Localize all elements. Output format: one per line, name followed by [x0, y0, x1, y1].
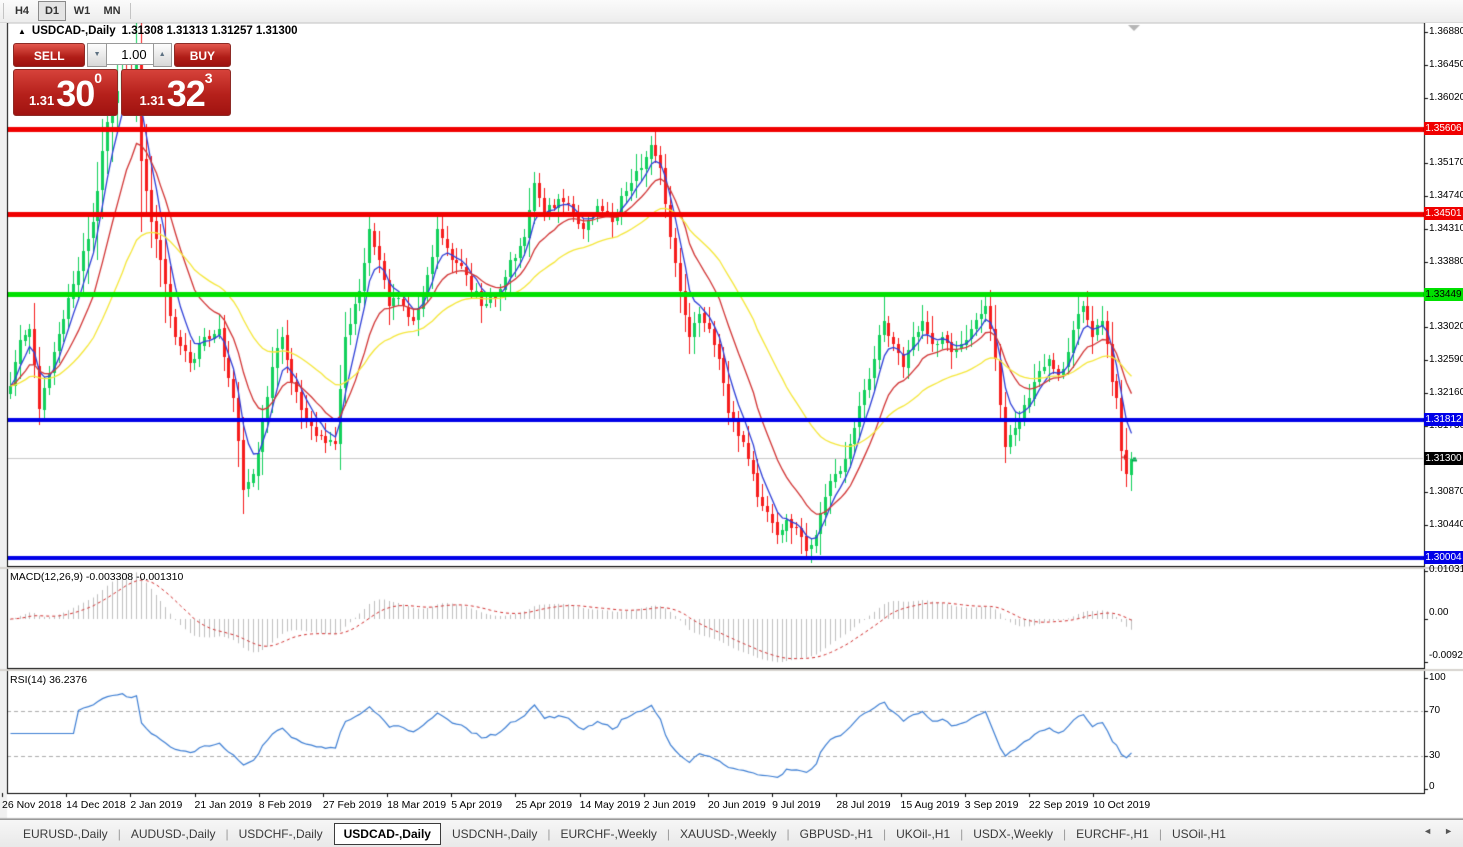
volume-decrease-button[interactable]: ▼	[87, 43, 106, 67]
chart-tab-eurusd-daily[interactable]: EURUSD-,Daily	[14, 823, 117, 845]
date-axis-label: 5 Apr 2019	[451, 799, 502, 811]
price-axis-label: 1.30440	[1429, 519, 1463, 530]
chart-canvas[interactable]	[0, 0, 1463, 847]
chart-tab-usdcad-daily[interactable]: USDCAD-,Daily	[334, 823, 441, 845]
terminal-window: H4D1W1MN ▲ USDCAD-,Daily 1.31308 1.31313…	[0, 0, 1463, 847]
price-line-badge: 1.34501	[1424, 207, 1463, 220]
chart-tab-bar: EURUSD-,Daily|AUDUSD-,Daily|USDCHF-,Dail…	[0, 819, 1463, 847]
price-axis-label: 1.36020	[1429, 92, 1463, 103]
date-axis-label: 20 Jun 2019	[708, 799, 766, 811]
chart-tab-ukoil-h1[interactable]: UKOil-,H1	[887, 823, 959, 845]
chart-tab-usdcnh-daily[interactable]: USDCNH-,Daily	[443, 823, 546, 845]
date-axis-label: 14 May 2019	[580, 799, 641, 811]
date-axis-label: 21 Jan 2019	[195, 799, 253, 811]
macd-axis-label: 0.010311	[1429, 564, 1463, 575]
macd-indicator-label: MACD(12,26,9) -0.003308 -0.001310	[10, 571, 183, 583]
chart-tab-eurchf-h1[interactable]: EURCHF-,H1	[1067, 823, 1158, 845]
date-axis-label: 18 Mar 2019	[387, 799, 446, 811]
volume-input[interactable]	[107, 43, 153, 65]
timeframe-toolbar: H4D1W1MN	[0, 0, 1463, 23]
buy-price-tile[interactable]: 1.31 32 3	[121, 69, 231, 116]
price-axis-label: 1.32590	[1429, 354, 1463, 365]
sell-button[interactable]: SELL	[13, 43, 85, 67]
rsi-axis-label: 30	[1429, 750, 1440, 761]
buy-button[interactable]: BUY	[174, 43, 231, 67]
sell-price-prefix: 1.31	[29, 91, 54, 111]
chart-tab-audusd-daily[interactable]: AUDUSD-,Daily	[122, 823, 225, 845]
collapse-trade-panel-icon[interactable]: ▲	[18, 27, 26, 36]
chart-tab-gbpusd-h1[interactable]: GBPUSD-,H1	[791, 823, 882, 845]
timeframe-button-w1[interactable]: W1	[68, 1, 96, 21]
price-axis-label: 1.33880	[1429, 256, 1463, 267]
chart-title: USDCAD-,Daily	[32, 25, 116, 37]
price-axis-label: 1.35170	[1429, 157, 1463, 168]
price-line-badge: 1.30004	[1424, 551, 1463, 564]
buy-price-prefix: 1.31	[139, 91, 164, 111]
rsi-axis-label: 0	[1429, 781, 1435, 792]
timeframe-button-d1[interactable]: D1	[38, 1, 66, 21]
price-axis-label: 1.33020	[1429, 321, 1463, 332]
date-axis-label: 3 Sep 2019	[965, 799, 1019, 811]
date-axis-label: 2 Jan 2019	[130, 799, 182, 811]
chart-title-row: ▲ USDCAD-,Daily 1.31308 1.31313 1.31257 …	[18, 25, 298, 37]
toolbar-separator	[130, 3, 131, 19]
date-axis-label: 9 Jul 2019	[772, 799, 820, 811]
chart-ohlc-readout: 1.31308 1.31313 1.31257 1.31300	[122, 25, 298, 37]
price-line-badge: 1.31812	[1424, 413, 1463, 426]
date-axis-label: 27 Feb 2019	[323, 799, 382, 811]
sell-price-pip: 0	[94, 72, 102, 84]
price-axis-label: 1.34740	[1429, 190, 1463, 201]
toolbar-separator	[3, 3, 4, 19]
price-axis-label: 1.36880	[1429, 26, 1463, 37]
macd-axis-label: -0.009203	[1429, 650, 1463, 661]
price-line-badge: 1.35606	[1424, 122, 1463, 135]
date-axis-label: 22 Sep 2019	[1029, 799, 1089, 811]
rsi-axis-label: 70	[1429, 705, 1440, 716]
price-line-badge: 1.31300	[1424, 452, 1463, 465]
sell-price-tile[interactable]: 1.31 30 0	[13, 69, 118, 116]
chart-tab-eurchf-weekly[interactable]: EURCHF-,Weekly	[551, 823, 665, 845]
tab-scroll-left-icon[interactable]: ◄	[1423, 826, 1432, 836]
rsi-indicator-label: RSI(14) 36.2376	[10, 674, 87, 686]
date-axis-label: 8 Feb 2019	[259, 799, 312, 811]
timeframe-button-mn[interactable]: MN	[98, 1, 126, 21]
buy-price-big: 32	[167, 77, 205, 111]
macd-axis-label: 0.00	[1429, 607, 1448, 618]
date-axis-label: 10 Oct 2019	[1093, 799, 1150, 811]
date-axis-label: 14 Dec 2018	[66, 799, 126, 811]
timeframe-button-h4[interactable]: H4	[8, 1, 36, 21]
chart-tab-usdchf-daily[interactable]: USDCHF-,Daily	[230, 823, 332, 845]
tab-scroll-right-icon[interactable]: ►	[1444, 826, 1453, 836]
date-axis-label: 15 Aug 2019	[901, 799, 960, 811]
date-axis-label: 25 Apr 2019	[515, 799, 572, 811]
date-axis-label: 2 Jun 2019	[644, 799, 696, 811]
rsi-axis-label: 100	[1429, 672, 1446, 683]
volume-increase-button[interactable]: ▲	[153, 43, 172, 67]
chart-tab-usoil-h1[interactable]: USOil-,H1	[1163, 823, 1235, 845]
price-line-badge: 1.33449	[1424, 288, 1463, 301]
price-axis-label: 1.34310	[1429, 223, 1463, 234]
sell-price-big: 30	[56, 77, 94, 111]
date-axis-label: 28 Jul 2019	[836, 799, 890, 811]
price-axis-label: 1.30870	[1429, 486, 1463, 497]
buy-price-pip: 3	[205, 72, 213, 84]
date-axis-label: 26 Nov 2018	[2, 799, 62, 811]
price-axis-label: 1.32160	[1429, 387, 1463, 398]
one-click-trading-panel: SELL ▼ ▲ BUY 1.31 30 0 1.31 32 3	[13, 43, 231, 116]
chart-tab-usdx-weekly[interactable]: USDX-,Weekly	[964, 823, 1062, 845]
price-axis-label: 1.36450	[1429, 59, 1463, 70]
chart-tab-xauusd-weekly[interactable]: XAUUSD-,Weekly	[671, 823, 785, 845]
